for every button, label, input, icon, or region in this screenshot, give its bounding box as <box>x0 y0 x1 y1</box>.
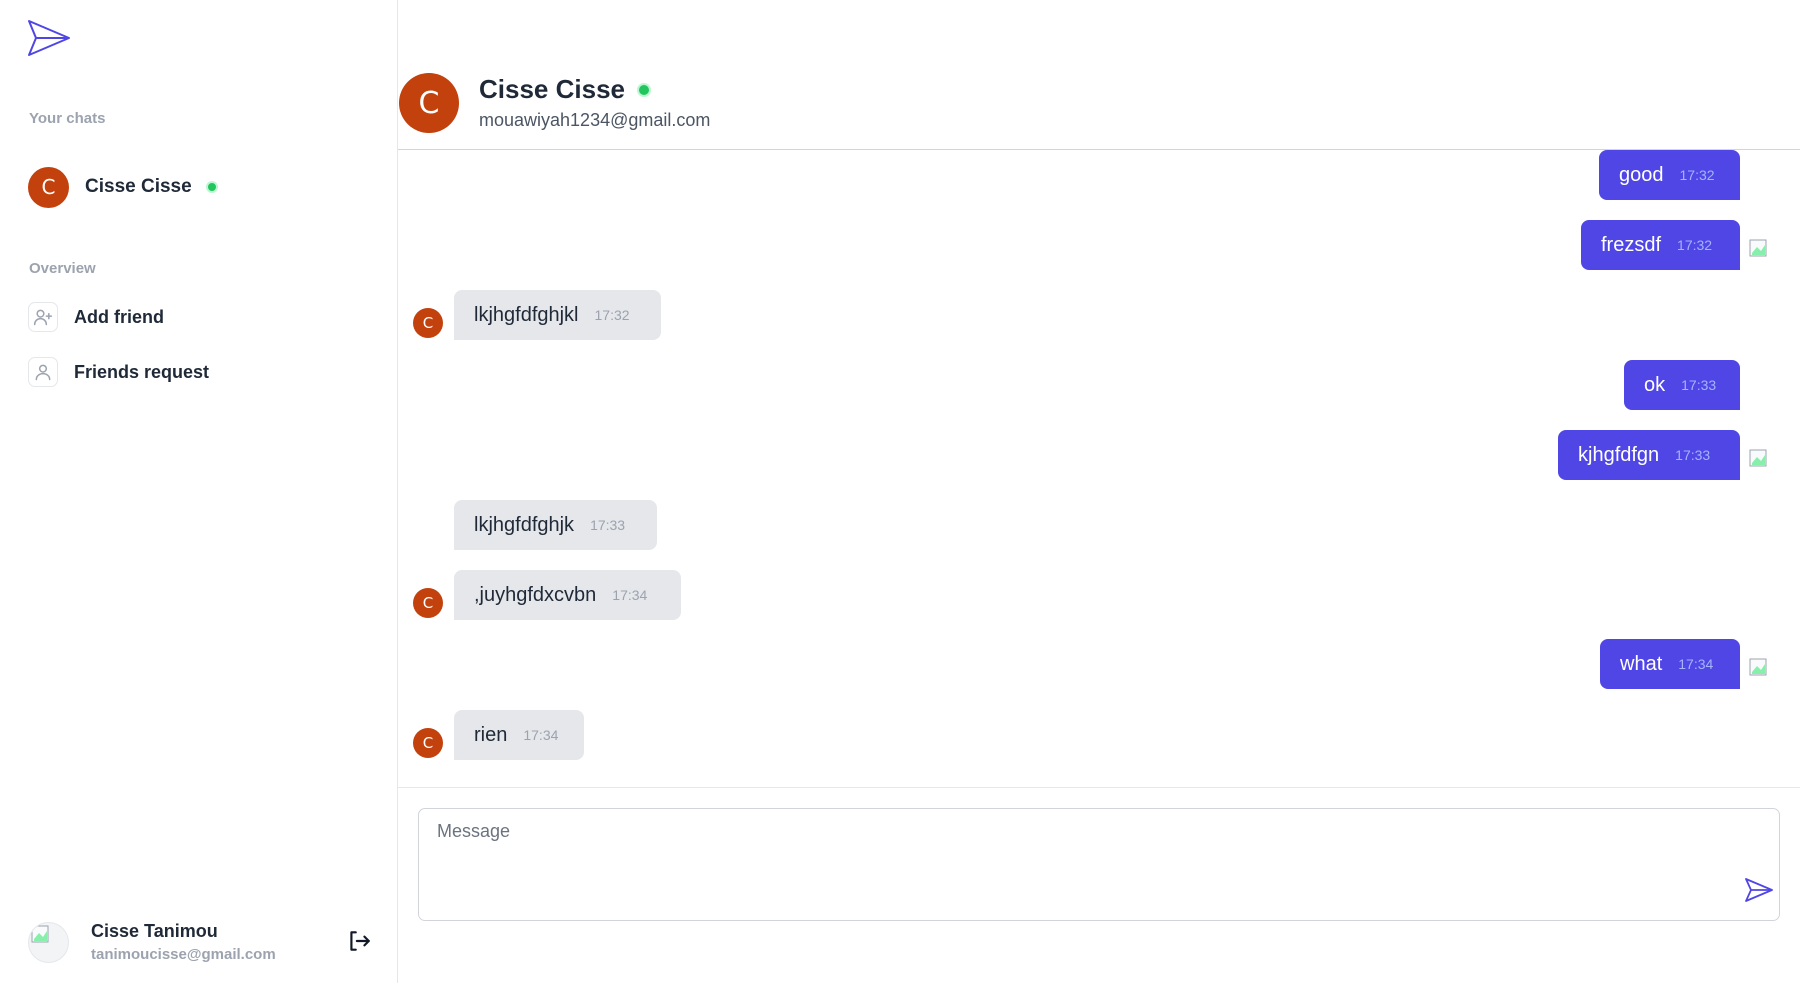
avatar: C <box>413 588 443 618</box>
chat-partner-name: Cisse Cisse <box>479 74 625 104</box>
message-text: kjhgfdfgn <box>1578 443 1660 466</box>
online-status-dot <box>636 82 651 97</box>
chat-main: C Cisse Cisse mouawiyah1234@gmail.com go… <box>398 0 1800 983</box>
nav-add-friend[interactable]: Add friend <box>28 301 164 333</box>
message-text: what <box>1620 652 1663 675</box>
broken-image-icon <box>1749 658 1767 676</box>
your-chats-label: Your chats <box>29 110 106 127</box>
message-bubble-outgoing: what 17:34 <box>1600 639 1740 689</box>
message-time: 17:33 <box>1675 447 1711 463</box>
online-status-dot <box>205 181 218 193</box>
message-input[interactable] <box>419 809 1779 920</box>
message-bubble-incoming: lkjhgfdfghjkl 17:32 <box>454 290 661 340</box>
nav-label: Friends request <box>74 361 210 382</box>
chat-partner-email: mouawiyah1234@gmail.com <box>479 110 711 130</box>
user-email: tanimoucisse@gmail.com <box>91 946 276 963</box>
message-list[interactable]: good 17:32 frezsdf 17:32 C lkjhgfdfghjkl… <box>398 150 1800 788</box>
current-user: Cisse Tanimou tanimoucisse@gmail.com <box>28 918 370 966</box>
user-plus-icon <box>28 302 58 332</box>
chat-item-cisse-cisse[interactable]: C Cisse Cisse <box>28 166 218 208</box>
message-time: 17:34 <box>612 587 648 603</box>
avatar: C <box>399 73 459 133</box>
logout-icon[interactable] <box>346 928 372 954</box>
nav-friends-request[interactable]: Friends request <box>28 356 209 388</box>
message-time: 17:33 <box>1681 377 1717 393</box>
user-icon <box>28 357 58 387</box>
message-bubble-incoming: ,juyhgfdxcvbn 17:34 <box>454 570 681 620</box>
message-text: frezsdf <box>1601 233 1662 256</box>
nav-label: Add friend <box>74 306 164 327</box>
message-bubble-incoming: rien 17:34 <box>454 710 584 760</box>
message-bubble-incoming: lkjhgfdfghjk 17:33 <box>454 500 657 550</box>
message-composer <box>418 808 1780 921</box>
message-time: 17:33 <box>590 517 626 533</box>
message-text: good <box>1619 163 1664 186</box>
chat-item-name: Cisse Cisse <box>85 176 192 197</box>
message-text: lkjhgfdfghjkl <box>474 303 579 326</box>
broken-image-icon <box>1749 449 1767 467</box>
avatar: C <box>28 166 69 208</box>
message-text: ,juyhgfdxcvbn <box>474 583 597 606</box>
message-time: 17:32 <box>1677 237 1713 253</box>
message-time: 17:34 <box>1678 656 1714 672</box>
message-time: 17:32 <box>1679 167 1715 183</box>
user-avatar-broken-image-icon <box>28 921 69 963</box>
message-text: ok <box>1644 373 1666 396</box>
message-time: 17:32 <box>594 307 630 323</box>
message-text: lkjhgfdfghjk <box>474 513 575 536</box>
broken-image-icon <box>1749 239 1767 257</box>
message-text: rien <box>474 723 508 746</box>
send-icon[interactable] <box>1744 875 1774 905</box>
chat-header: C Cisse Cisse mouawiyah1234@gmail.com <box>398 0 1800 150</box>
message-bubble-outgoing: ok 17:33 <box>1624 360 1740 410</box>
avatar: C <box>413 728 443 758</box>
message-bubble-outgoing: frezsdf 17:32 <box>1581 220 1740 270</box>
chat-app: Your chats C Cisse Cisse Overview Add fr… <box>0 0 1800 983</box>
message-bubble-outgoing: good 17:32 <box>1599 150 1740 200</box>
user-name: Cisse Tanimou <box>91 921 218 941</box>
message-time: 17:34 <box>523 727 559 743</box>
message-bubble-outgoing: kjhgfdfgn 17:33 <box>1558 430 1740 480</box>
sidebar: Your chats C Cisse Cisse Overview Add fr… <box>0 0 398 983</box>
avatar: C <box>413 308 443 338</box>
paper-plane-logo-icon[interactable] <box>27 18 71 58</box>
overview-label: Overview <box>29 260 96 277</box>
